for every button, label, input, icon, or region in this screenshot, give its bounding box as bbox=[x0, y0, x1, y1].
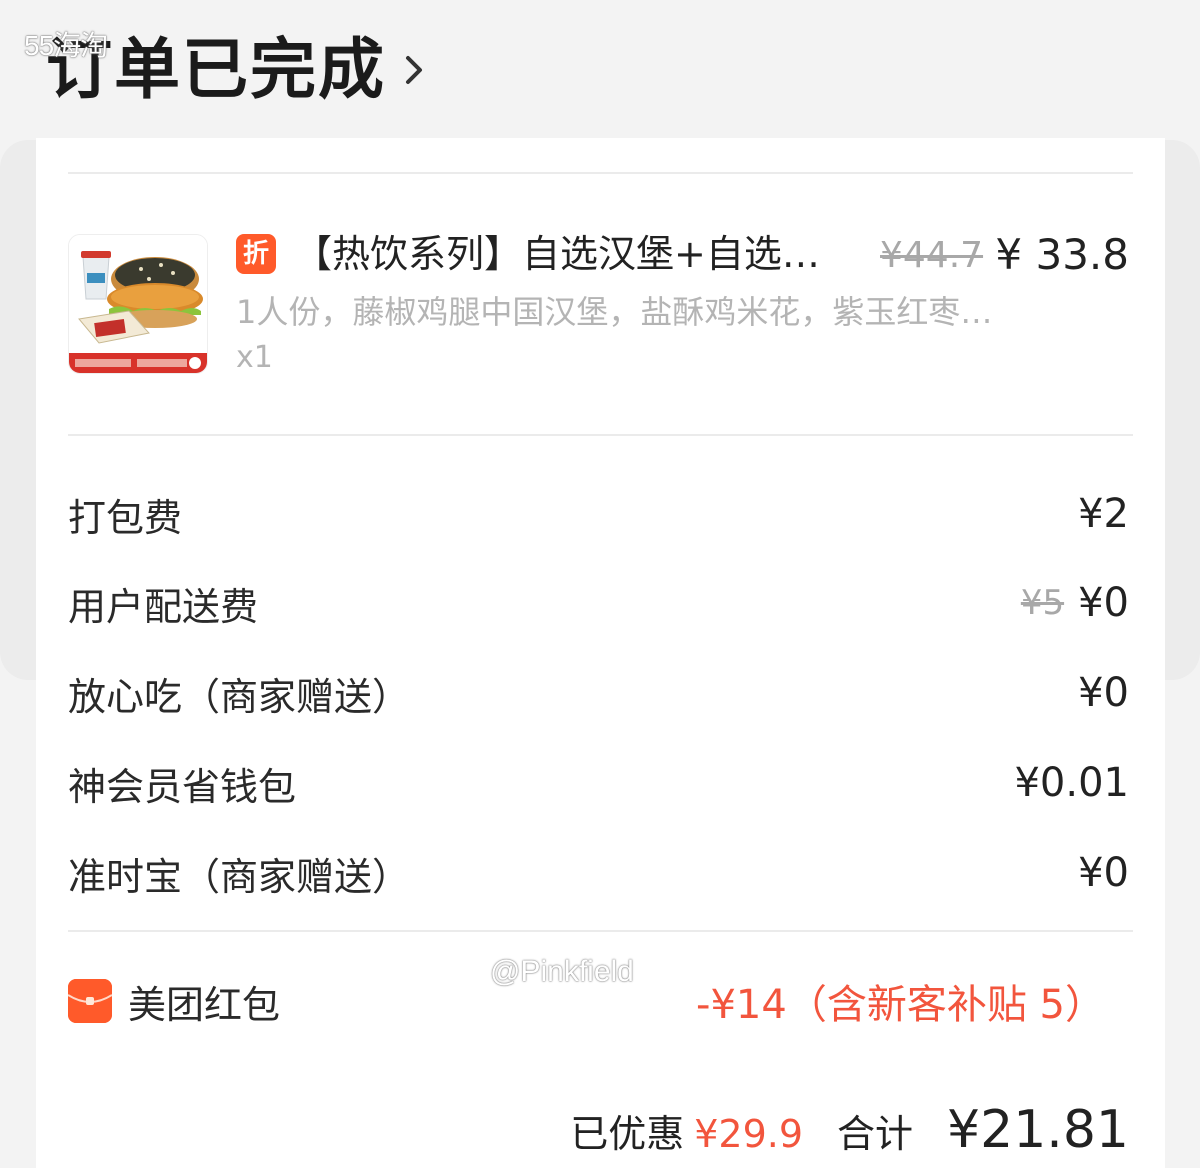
burger-combo-image[interactable] bbox=[68, 234, 208, 374]
product-name[interactable]: 【热饮系列】自选汉堡+自选… bbox=[294, 230, 854, 278]
red-packet-value: -¥14（含新客补贴 5） bbox=[696, 982, 1105, 1028]
red-packet-label: 美团红包 bbox=[128, 982, 281, 1027]
product-image bbox=[69, 235, 207, 373]
fee-label: 打包费 bbox=[68, 495, 183, 540]
saved-value: ¥29.9 bbox=[694, 1112, 804, 1156]
fee-value: ¥0 bbox=[1078, 670, 1129, 716]
red-envelope-icon bbox=[68, 979, 112, 1023]
fee-value: ¥0.01 bbox=[1014, 760, 1129, 806]
product-price: ¥ 33.8 bbox=[995, 230, 1129, 279]
divider bbox=[68, 930, 1133, 932]
divider bbox=[68, 434, 1133, 436]
fee-value: ¥0 bbox=[1078, 850, 1129, 896]
watermark-top: 55海淘 bbox=[24, 30, 108, 61]
fee-row-on-time[interactable]: 准时宝（商家赠送） ¥0 bbox=[68, 848, 1129, 899]
fee-label: 准时宝（商家赠送） bbox=[68, 854, 411, 899]
fee-row-packing: 打包费 ¥2 bbox=[68, 489, 1129, 540]
product-description: 1人份，藤椒鸡腿中国汉堡，盐酥鸡米花，紫玉红枣… bbox=[236, 293, 993, 331]
fee-row-safe-eat[interactable]: 放心吃（商家赠送） ¥0 bbox=[68, 668, 1129, 719]
red-packet-left: 美团红包 bbox=[68, 974, 280, 1029]
header: 55海淘 订单已完成 bbox=[0, 0, 1200, 138]
order-detail-card: 折 【热饮系列】自选汉堡+自选… ¥44.7 ¥ 33.8 1人份，藤椒鸡腿中国… bbox=[36, 138, 1165, 1168]
watermark-bottom: @Pinkfield bbox=[490, 955, 634, 988]
fee-label: 放心吃（商家赠送） bbox=[68, 674, 411, 719]
fee-value: ¥2 bbox=[1078, 491, 1129, 537]
product-quantity: x1 bbox=[236, 340, 273, 375]
discount-badge: 折 bbox=[236, 234, 276, 274]
fee-label: 用户配送费 bbox=[68, 584, 259, 629]
product-original-price: ¥44.7 bbox=[880, 235, 984, 276]
fee-original-value: ¥5 bbox=[1020, 583, 1065, 623]
total-row: 已优惠 ¥29.9 合计 ¥21.81 bbox=[570, 1100, 1129, 1160]
total-value: ¥21.81 bbox=[947, 1100, 1129, 1160]
fee-value: ¥0 bbox=[1078, 580, 1129, 626]
chevron-right-icon bbox=[406, 56, 422, 84]
fee-row-delivery: 用户配送费 ¥5 ¥0 bbox=[68, 578, 1129, 629]
fee-value-group: ¥5 ¥0 bbox=[1021, 580, 1129, 626]
divider bbox=[68, 172, 1133, 174]
total-label: 合计 bbox=[837, 1112, 914, 1156]
saved-label: 已优惠 bbox=[570, 1112, 685, 1156]
fee-label: 神会员省钱包 bbox=[68, 764, 297, 809]
fee-row-member-wallet[interactable]: 神会员省钱包 ¥0.01 bbox=[68, 758, 1129, 809]
